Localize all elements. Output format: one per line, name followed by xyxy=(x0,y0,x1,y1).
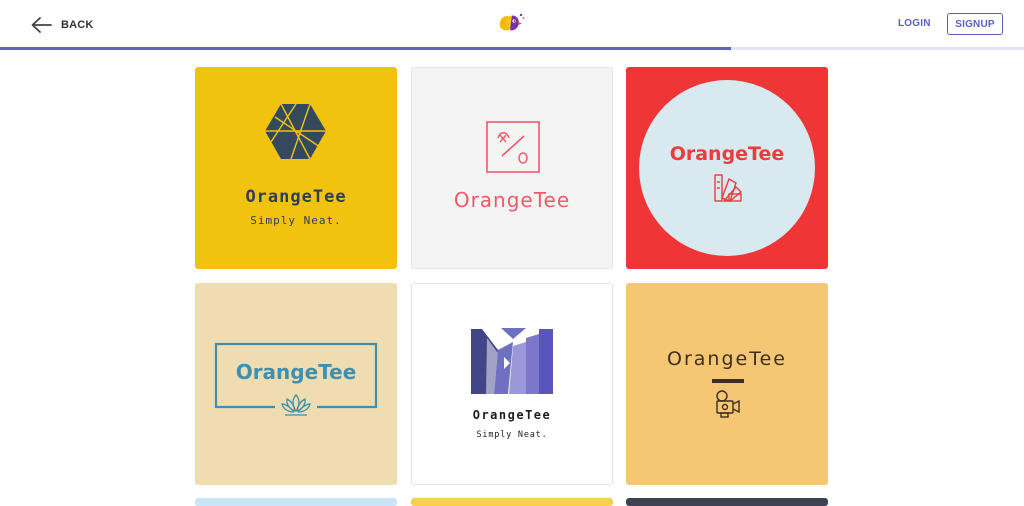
logo-option-2[interactable]: OrangeTee xyxy=(411,67,613,269)
parrot-logo-icon xyxy=(499,13,525,31)
logo-option-4[interactable]: OrangeTee xyxy=(195,283,397,485)
hexagon-icon xyxy=(265,103,326,160)
logo-option-6[interactable]: OrangeTee xyxy=(626,283,828,485)
login-link[interactable]: LOGIN xyxy=(898,18,931,29)
logo-option-5[interactable]: OrangeTee Simply Neat. xyxy=(411,283,613,485)
progress-fill xyxy=(0,47,732,50)
logo-brand-name: OrangeTee xyxy=(453,188,571,212)
logo-brand-name: OrangeTee xyxy=(667,348,787,370)
arrow-left-icon xyxy=(31,17,52,33)
logo-option-8[interactable] xyxy=(411,498,613,506)
color-swatch-icon xyxy=(639,80,815,256)
logo-option-9[interactable] xyxy=(626,498,828,506)
progress-bar xyxy=(0,47,1024,50)
logo-option-7[interactable] xyxy=(195,498,397,506)
logo-brand-name: OrangeTee xyxy=(245,187,347,207)
top-bar: BACK LOGIN SIGNUP xyxy=(0,0,1024,48)
logo-tagline: Simply Neat. xyxy=(476,430,548,440)
logo-brand-name: OrangeTee xyxy=(472,408,552,422)
logo-brand-name: OrangeTee xyxy=(669,143,785,165)
logo-option-3[interactable]: OrangeTee xyxy=(626,67,828,269)
logo-tagline: Simply Neat. xyxy=(250,214,342,227)
lotus-icon xyxy=(214,342,378,416)
logo-brand-name: OrangeTee xyxy=(235,360,357,384)
camera-icon xyxy=(712,379,744,418)
signup-button[interactable]: SIGNUP xyxy=(947,13,1003,35)
logo-option-1[interactable]: OrangeTee Simply Neat. xyxy=(195,67,397,269)
back-button[interactable]: BACK xyxy=(30,14,94,36)
bars-m-icon xyxy=(471,328,553,394)
back-label: BACK xyxy=(61,19,94,31)
percent-box-icon xyxy=(486,121,540,173)
